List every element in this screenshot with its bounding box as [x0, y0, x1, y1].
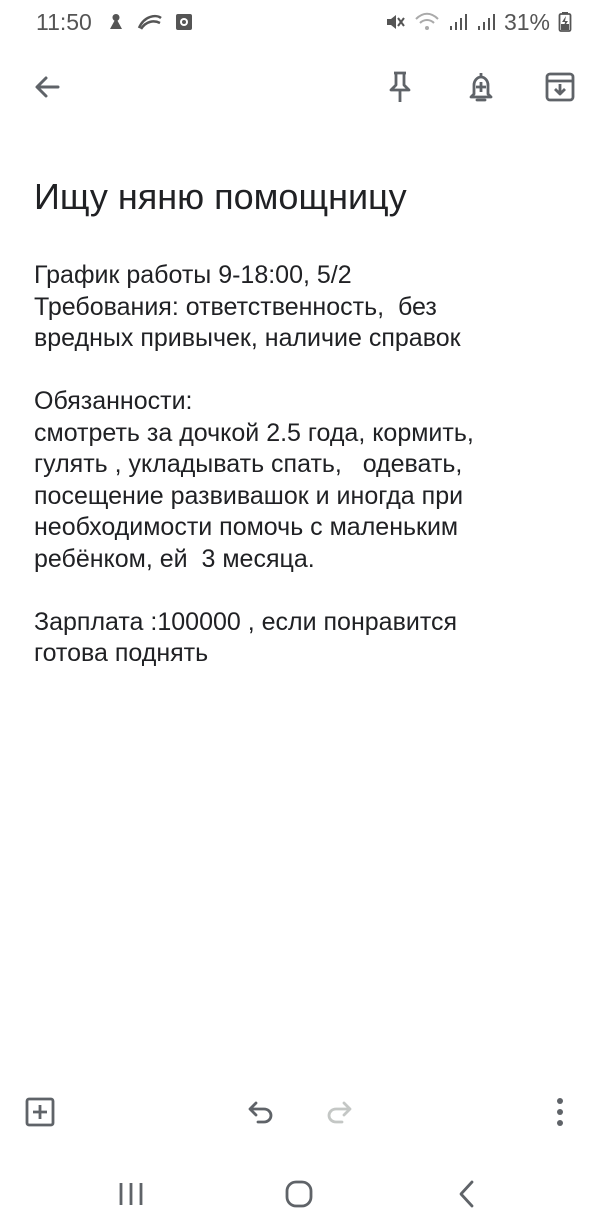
system-nav-bar [0, 1164, 600, 1224]
note-line: вредных привычек, наличие справок [34, 324, 461, 352]
undo-icon [248, 1101, 273, 1124]
recents-button[interactable] [103, 1166, 159, 1222]
note-line: Зарплата :100000 , если понравится [34, 607, 458, 636]
note-line: ребёнком, ей 3 месяца. [34, 544, 315, 573]
note-line: готова поднять [34, 639, 209, 667]
nav-back-button[interactable] [439, 1166, 495, 1222]
home-icon [285, 1180, 313, 1208]
archive-button[interactable] [532, 59, 588, 115]
redo-button[interactable] [312, 1084, 368, 1140]
note-content[interactable]: Ищу няню помощницу График работы 9-18:00… [34, 174, 574, 670]
note-editor-screen: 11:50 31% Ищу няню помощницу График рабо… [0, 0, 600, 1232]
screen-record-icon [174, 12, 194, 32]
battery-percent: 31% [503, 8, 550, 35]
note-line: посещение развивашок и иногда при [34, 481, 464, 510]
pin-icon [389, 71, 411, 102]
reminder-button[interactable] [453, 59, 509, 115]
home-button[interactable] [271, 1166, 327, 1222]
add-box-icon [25, 1097, 55, 1127]
back-chevron-icon [459, 1180, 474, 1208]
signal-icon [476, 12, 496, 32]
note-body[interactable]: График работы 9-18:00, 5/2 Требования: о… [34, 260, 574, 670]
status-system-icons: 31% [384, 9, 572, 36]
note-line: Обязанности: [34, 387, 193, 415]
wifi-icon [414, 11, 440, 33]
back-arrow-icon [35, 76, 60, 98]
more-options-button[interactable] [532, 1084, 588, 1140]
back-button[interactable] [19, 59, 75, 115]
app-icon [136, 12, 164, 32]
note-line [34, 355, 574, 387]
bottom-toolbar [0, 1084, 600, 1144]
note-line: Требования: ответственность, без [34, 292, 437, 321]
note-line: необходимости помочь с маленьким [34, 513, 459, 541]
notification-icon [106, 11, 126, 33]
note-title[interactable]: Ищу няню помощницу [34, 174, 574, 220]
status-time: 11:50 [36, 8, 92, 35]
undo-button[interactable] [232, 1084, 288, 1140]
add-button[interactable] [12, 1084, 68, 1140]
redo-icon [327, 1101, 352, 1124]
top-app-bar [0, 56, 600, 120]
status-bar: 11:50 31% [0, 0, 600, 44]
more-vert-icon [557, 1098, 563, 1126]
reminder-bell-icon [469, 73, 493, 102]
note-line: гулять , укладывать спать, одевать, [34, 450, 463, 478]
archive-icon [545, 72, 575, 102]
pin-button[interactable] [372, 59, 428, 115]
signal-icon [448, 12, 468, 32]
mute-icon [384, 11, 406, 33]
note-line: График работы 9-18:00, 5/2 [34, 261, 352, 289]
battery-charging-icon [558, 11, 572, 33]
note-line: смотреть за дочкой 2.5 года, кормить, [34, 418, 474, 447]
status-notification-icons [106, 11, 194, 33]
note-line [34, 575, 574, 607]
recents-icon [119, 1183, 143, 1205]
